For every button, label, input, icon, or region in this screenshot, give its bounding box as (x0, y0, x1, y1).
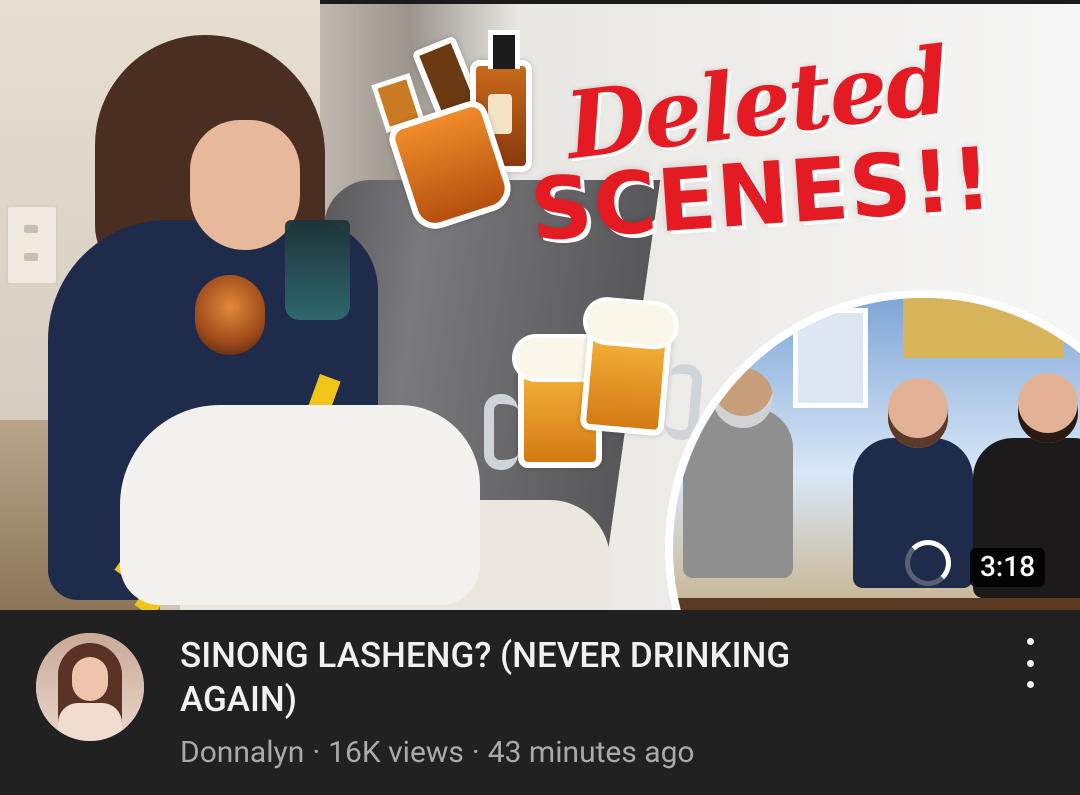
channel-name[interactable]: Donnalyn (180, 735, 304, 770)
video-thumbnail[interactable]: Deleted SCENES!! 3:18 (0, 0, 1080, 610)
meta-separator: · (312, 735, 321, 770)
person-legs (120, 405, 480, 605)
video-title[interactable]: SINONG LASHENG? (NEVER DRINKING AGAIN) (180, 634, 900, 722)
duration-badge: 3:18 (970, 548, 1046, 587)
video-meta: Donnalyn · 16K views · 43 minutes ago (180, 733, 695, 773)
view-count: 16K views (328, 735, 464, 770)
person-face (190, 120, 300, 250)
upload-age: 43 minutes ago (487, 735, 695, 770)
loading-spinner-icon (905, 540, 951, 586)
video-card[interactable]: Deleted SCENES!! 3:18 SINONG LASHENG? (N… (0, 0, 1080, 795)
drink-cup (285, 220, 350, 320)
tiger-patch (195, 275, 265, 355)
beer-mug-icon (579, 299, 704, 442)
meta-separator: · (471, 735, 480, 770)
wall-outlet (6, 205, 58, 285)
more-vert-icon[interactable] (1008, 638, 1052, 688)
channel-avatar[interactable] (36, 633, 144, 741)
